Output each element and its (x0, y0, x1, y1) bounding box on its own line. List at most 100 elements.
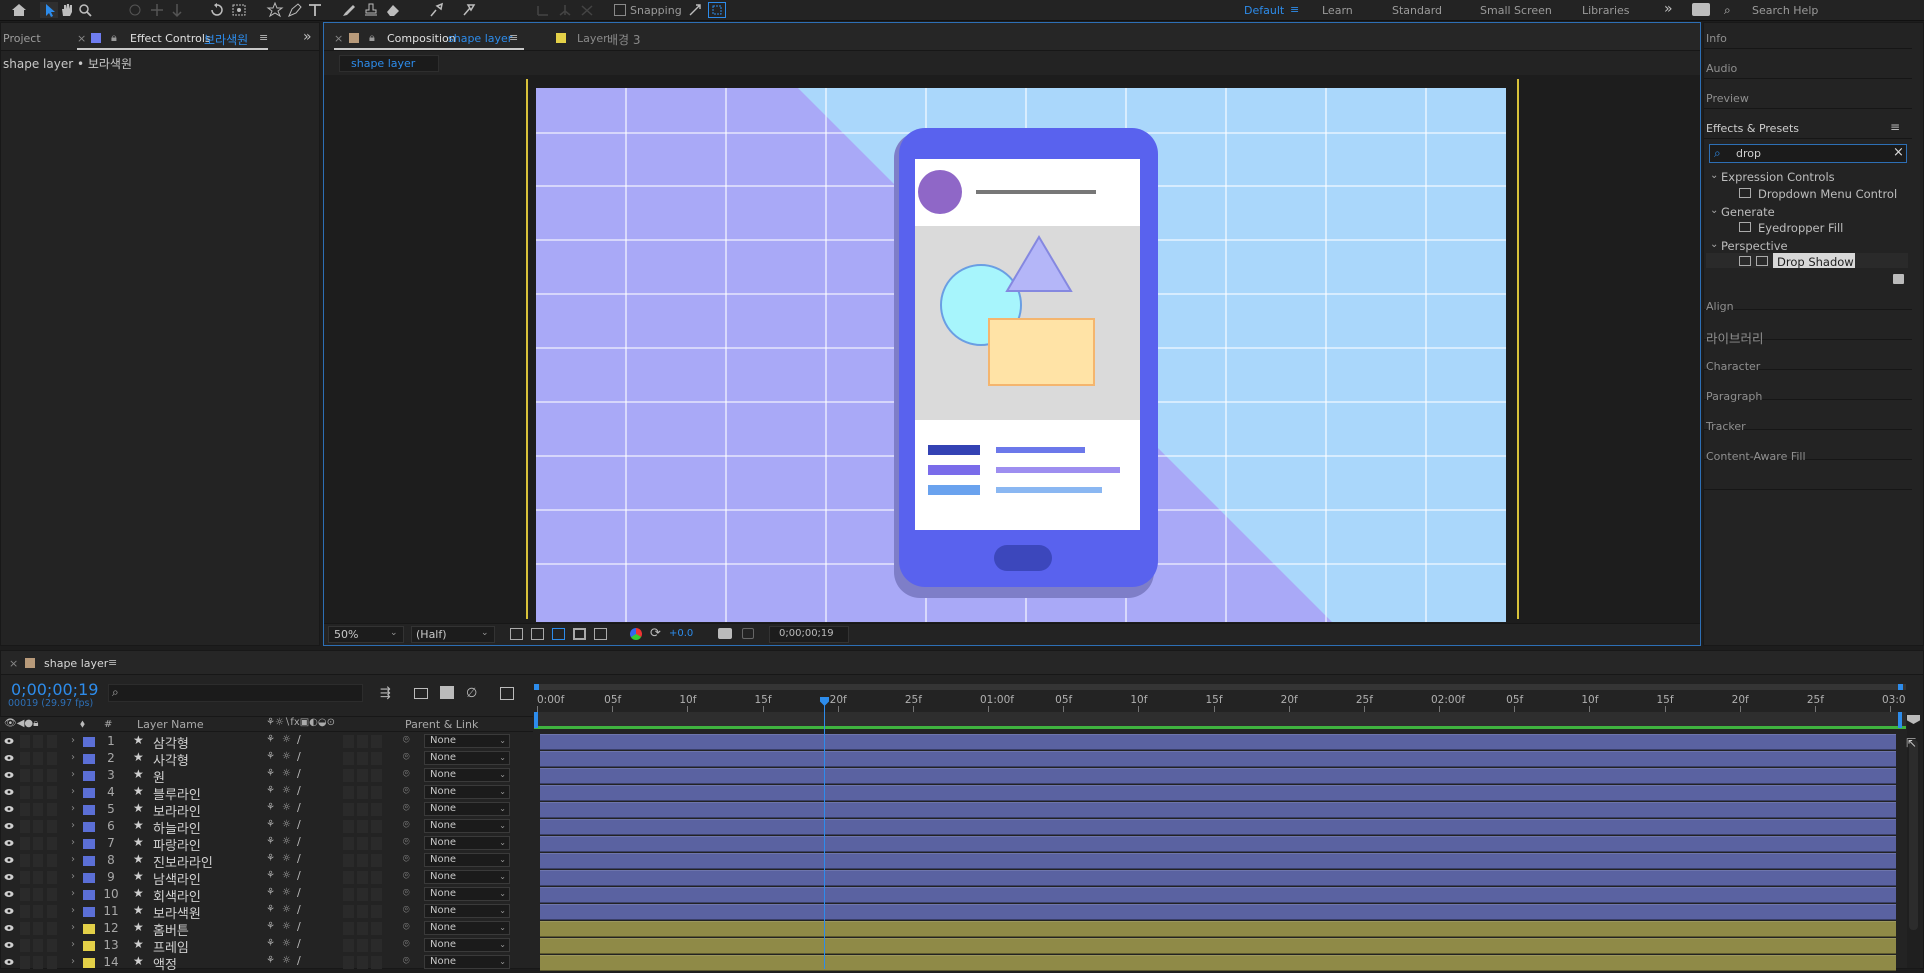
parent-select[interactable]: None ⌄ (424, 921, 510, 935)
parent-select[interactable]: None ⌄ (424, 887, 510, 901)
mask-visibility-icon[interactable] (552, 628, 565, 640)
expand-layer-icon[interactable]: › (71, 752, 75, 763)
visibility-eye-icon[interactable] (4, 839, 14, 847)
motion-blur-switch[interactable] (343, 820, 354, 833)
shy-switch-icon[interactable]: ⚘ (266, 751, 275, 762)
panel-info[interactable]: Info (1706, 32, 1727, 45)
effect-drop-shadow[interactable]: Drop Shadow (1777, 255, 1854, 269)
adjustment-switch[interactable] (357, 888, 368, 901)
3d-layer-switch[interactable] (371, 922, 382, 935)
parent-select[interactable]: None ⌄ (424, 955, 510, 969)
pick-whip-icon[interactable]: ⌾ (403, 767, 410, 781)
shy-switch-icon[interactable]: ⚘ (266, 887, 275, 898)
3d-layer-switch[interactable] (371, 820, 382, 833)
effect-eyedropper-fill[interactable]: Eyedropper Fill (1758, 221, 1843, 235)
hand-tool-icon[interactable] (58, 2, 76, 18)
quality-switch-icon[interactable]: ∕ (297, 852, 301, 865)
comp-menu-icon[interactable]: ≡ (509, 31, 518, 44)
layer-label-color[interactable] (83, 771, 95, 781)
transparency-grid-icon[interactable] (531, 628, 544, 640)
adjustment-switch[interactable] (357, 769, 368, 782)
pick-whip-icon[interactable]: ⌾ (403, 903, 410, 917)
shy-switch-icon[interactable]: ⚘ (266, 853, 275, 864)
visibility-eye-icon[interactable] (4, 873, 14, 881)
shy-switch-icon[interactable]: ⚘ (266, 768, 275, 779)
layer-row[interactable]: › 5 ★ 보라라인 ⚘ ☼ ∕ ⌾ None ⌄ (0, 801, 533, 820)
comp-button-icon[interactable]: ⇱ (1906, 736, 1916, 750)
3d-layer-switch[interactable] (371, 786, 382, 799)
audio-toggle[interactable] (20, 854, 30, 867)
grid-guides-icon[interactable] (594, 628, 607, 640)
workspaces-overflow-icon[interactable]: » (1664, 1, 1673, 17)
3d-layer-switch[interactable] (371, 837, 382, 850)
layer-label-color[interactable] (83, 958, 95, 968)
collapse-switch-icon[interactable]: ☼ (282, 734, 291, 745)
quality-switch-icon[interactable]: ∕ (297, 869, 301, 882)
expand-layer-icon[interactable]: › (71, 735, 75, 746)
parent-select[interactable]: None ⌄ (424, 751, 510, 765)
pick-whip-icon[interactable]: ⌾ (403, 801, 410, 815)
shy-switch-icon[interactable]: ⚘ (266, 921, 275, 932)
snapshot-camera-icon[interactable] (718, 628, 732, 639)
graph-editor-icon[interactable] (500, 687, 514, 700)
solo-toggle[interactable] (33, 956, 43, 969)
quality-switch-icon[interactable]: ∕ (297, 818, 301, 831)
panel-menu-icon[interactable]: ≡ (259, 31, 268, 44)
shy-layers-icon[interactable] (440, 686, 454, 699)
panel-content-aware-fill[interactable]: Content-Aware Fill (1706, 450, 1806, 463)
layer-label-color[interactable] (83, 822, 95, 832)
dolly-tool-icon[interactable] (168, 2, 186, 18)
category-generate[interactable]: Generate (1721, 205, 1775, 219)
lock-toggle[interactable] (47, 769, 57, 782)
brush-tool-icon[interactable] (340, 2, 358, 18)
sync-settings-icon[interactable] (1692, 3, 1710, 16)
parent-select[interactable]: None ⌄ (424, 836, 510, 850)
collapse-switch-icon[interactable]: ☼ (282, 768, 291, 779)
adjustment-switch[interactable] (357, 837, 368, 850)
workspace-small-screen[interactable]: Small Screen (1480, 4, 1552, 17)
solo-toggle[interactable] (33, 837, 43, 850)
adjustment-switch[interactable] (357, 871, 368, 884)
axis-view-icon[interactable] (578, 2, 596, 18)
visibility-eye-icon[interactable] (4, 788, 14, 796)
layer-row[interactable]: › 3 ★ 원 ⚘ ☼ ∕ ⌾ None ⌄ (0, 767, 533, 786)
tab-effect-controls[interactable]: Effect Controls (130, 32, 211, 45)
lock-toggle[interactable] (47, 922, 57, 935)
selection-tool-icon[interactable] (40, 2, 58, 18)
parent-select[interactable]: None ⌄ (424, 734, 510, 748)
solo-toggle[interactable] (33, 905, 43, 918)
layer-duration-bar[interactable] (540, 870, 1896, 886)
visibility-eye-icon[interactable] (4, 805, 14, 813)
audio-toggle[interactable] (20, 888, 30, 901)
composition-viewer[interactable] (324, 75, 1700, 623)
motion-blur-switch[interactable] (343, 956, 354, 969)
quality-switch-icon[interactable]: ∕ (297, 835, 301, 848)
parent-select[interactable]: None ⌄ (424, 802, 510, 816)
expand-layer-icon[interactable]: › (71, 803, 75, 814)
quality-switch-icon[interactable]: ∕ (297, 886, 301, 899)
close-timeline-tab-icon[interactable]: × (9, 657, 18, 670)
timeline-menu-icon[interactable]: ≡ (108, 656, 117, 669)
in-marker[interactable] (534, 712, 538, 728)
layer-row[interactable]: › 6 ★ 하늘라인 ⚘ ☼ ∕ ⌾ None ⌄ (0, 818, 533, 837)
3d-layer-switch[interactable] (371, 735, 382, 748)
type-tool-icon[interactable] (306, 2, 324, 18)
fast-previews-icon[interactable] (510, 628, 523, 640)
comp-lock-icon[interactable]: 🔒︎ (369, 31, 375, 45)
layer-row[interactable]: › 12 ★ 홈버튼 ⚘ ☼ ∕ ⌾ None ⌄ (0, 920, 533, 939)
audio-toggle[interactable] (20, 939, 30, 952)
frame-blending-icon[interactable]: ∅ (466, 686, 477, 701)
collapse-switch-icon[interactable]: ☼ (282, 938, 291, 949)
collapse-switch-icon[interactable]: ☼ (282, 819, 291, 830)
lock-toggle[interactable] (47, 854, 57, 867)
collapse-switch-icon[interactable]: ☼ (282, 870, 291, 881)
collapse-switch-icon[interactable]: ☼ (282, 836, 291, 847)
quality-switch-icon[interactable]: ∕ (297, 750, 301, 763)
snap-features-icon[interactable] (708, 2, 726, 18)
collapse-switch-icon[interactable]: ☼ (282, 853, 291, 864)
reset-exposure-icon[interactable]: ⟳ (650, 626, 661, 641)
solo-toggle[interactable] (33, 735, 43, 748)
quality-switch-icon[interactable]: ∕ (297, 767, 301, 780)
3d-layer-switch[interactable] (371, 939, 382, 952)
adjustment-switch[interactable] (357, 939, 368, 952)
